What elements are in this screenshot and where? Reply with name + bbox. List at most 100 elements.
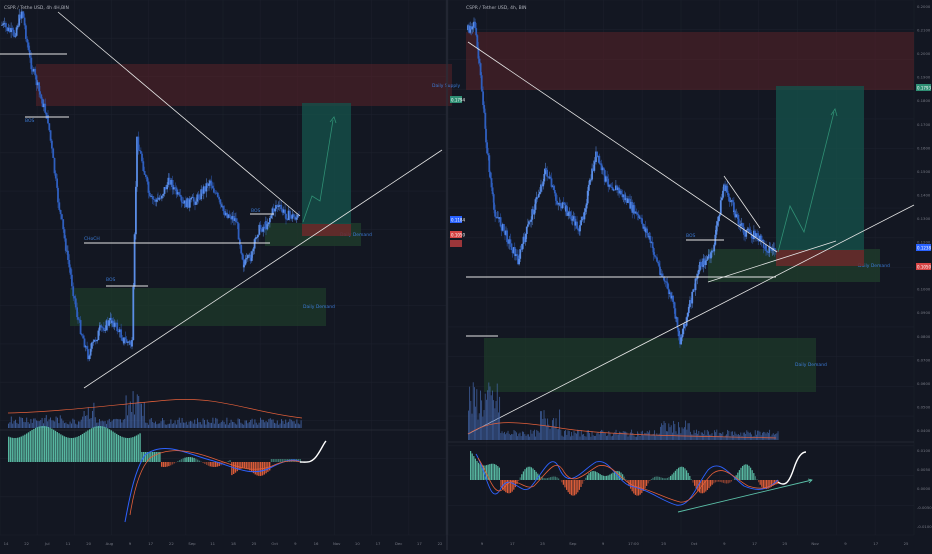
candle-body bbox=[152, 196, 154, 199]
left-stop-box[interactable] bbox=[302, 224, 351, 236]
macd-bar bbox=[494, 464, 495, 480]
volume-bar bbox=[634, 436, 635, 440]
candle-body bbox=[296, 218, 298, 220]
volume-bar bbox=[575, 433, 576, 440]
volume-bar bbox=[197, 418, 198, 428]
volume-bar bbox=[511, 434, 512, 440]
candle-body bbox=[641, 218, 643, 224]
macd-bar bbox=[37, 427, 38, 462]
candle-body bbox=[637, 214, 639, 215]
candle-body bbox=[180, 195, 182, 197]
volume-bar bbox=[301, 420, 302, 428]
candle-body bbox=[80, 320, 82, 334]
volume-bar bbox=[22, 418, 23, 428]
volume-bar bbox=[253, 424, 254, 428]
volume-bar bbox=[224, 422, 225, 428]
candle-body bbox=[516, 254, 518, 255]
macd-bar bbox=[739, 470, 740, 480]
macd-bar bbox=[280, 459, 281, 462]
right-price-tag-upper-text: 0.1793 bbox=[917, 86, 931, 91]
volume-bar bbox=[698, 431, 699, 440]
candle-body bbox=[198, 194, 200, 198]
right-demand-zone-large-label: Daily Demand bbox=[795, 362, 827, 368]
volume-bar bbox=[482, 417, 483, 440]
volume-bar bbox=[594, 436, 595, 440]
left-supply-zone[interactable] bbox=[36, 64, 452, 106]
macd-bar bbox=[89, 429, 90, 462]
candle-body bbox=[570, 212, 572, 217]
right-supply-zone[interactable] bbox=[466, 32, 914, 90]
macd-bar bbox=[181, 459, 182, 462]
volume-bar bbox=[152, 422, 153, 428]
left-demand-zone-large-label: Daily Demand bbox=[303, 304, 335, 310]
candle-body bbox=[48, 123, 50, 130]
candle-body bbox=[139, 150, 141, 151]
time-axis-label: 11 bbox=[210, 541, 215, 546]
volume-bar bbox=[619, 432, 620, 440]
candle-body bbox=[127, 342, 129, 343]
candle-body bbox=[620, 191, 622, 194]
volume-bar bbox=[496, 401, 497, 440]
macd-bar bbox=[231, 462, 232, 475]
volume-bar bbox=[93, 403, 94, 428]
volume-bar bbox=[748, 432, 749, 440]
volume-bar bbox=[710, 434, 711, 440]
macd-bar bbox=[470, 451, 471, 480]
time-axis-label: 25 bbox=[252, 541, 257, 546]
volume-bar bbox=[117, 419, 118, 428]
candle-body bbox=[124, 337, 126, 339]
volume-bar bbox=[9, 422, 10, 428]
volume-bar bbox=[144, 402, 145, 428]
volume-bar bbox=[235, 424, 236, 428]
volume-bar bbox=[263, 420, 264, 428]
candle-body bbox=[28, 42, 30, 50]
candle-body bbox=[141, 154, 143, 162]
volume-bar bbox=[296, 419, 297, 428]
macd-bar bbox=[80, 435, 81, 462]
macd-bar bbox=[660, 477, 661, 480]
macd-bar bbox=[500, 480, 501, 487]
volume-bar bbox=[564, 431, 565, 440]
candle-body bbox=[50, 130, 52, 140]
volume-bar bbox=[760, 432, 761, 440]
macd-bar bbox=[105, 427, 106, 462]
time-axis-label: Oct bbox=[691, 541, 698, 546]
macd-bar bbox=[134, 436, 135, 462]
candle-body bbox=[491, 178, 493, 187]
candle-body bbox=[269, 218, 271, 222]
macd-bar bbox=[192, 457, 193, 462]
candle-body bbox=[580, 220, 582, 225]
volume-bar bbox=[67, 424, 68, 428]
macd-bar bbox=[195, 459, 196, 462]
volume-bar bbox=[190, 421, 191, 428]
macd-bar bbox=[136, 435, 137, 462]
candle-body bbox=[26, 39, 28, 43]
right-demand-zone-large[interactable] bbox=[484, 338, 816, 392]
macd-bar bbox=[40, 426, 41, 462]
macd-bar bbox=[680, 467, 681, 480]
candle-body bbox=[239, 239, 241, 244]
left-target-box[interactable] bbox=[302, 103, 351, 224]
candle-body bbox=[86, 346, 88, 349]
volume-bar bbox=[218, 424, 219, 428]
volume-bar bbox=[617, 434, 618, 440]
volume-bar bbox=[571, 432, 572, 440]
right-stop-box[interactable] bbox=[776, 250, 864, 266]
volume-bar bbox=[491, 395, 492, 440]
candle-body bbox=[530, 220, 532, 222]
volume-bar bbox=[709, 435, 710, 440]
volume-bar bbox=[51, 420, 52, 428]
volume-bar bbox=[502, 431, 503, 440]
volume-bar bbox=[282, 421, 283, 428]
macd-bar bbox=[572, 480, 573, 496]
volume-bar bbox=[534, 430, 535, 440]
candle-body bbox=[190, 198, 192, 200]
volume-bar bbox=[722, 432, 723, 440]
volume-bar bbox=[208, 422, 209, 428]
candle-body bbox=[178, 192, 180, 195]
candle-body bbox=[743, 230, 745, 234]
macd-bar bbox=[576, 480, 577, 494]
volume-bar bbox=[127, 415, 128, 428]
volume-bar bbox=[54, 421, 55, 428]
volume-bar bbox=[656, 433, 657, 440]
